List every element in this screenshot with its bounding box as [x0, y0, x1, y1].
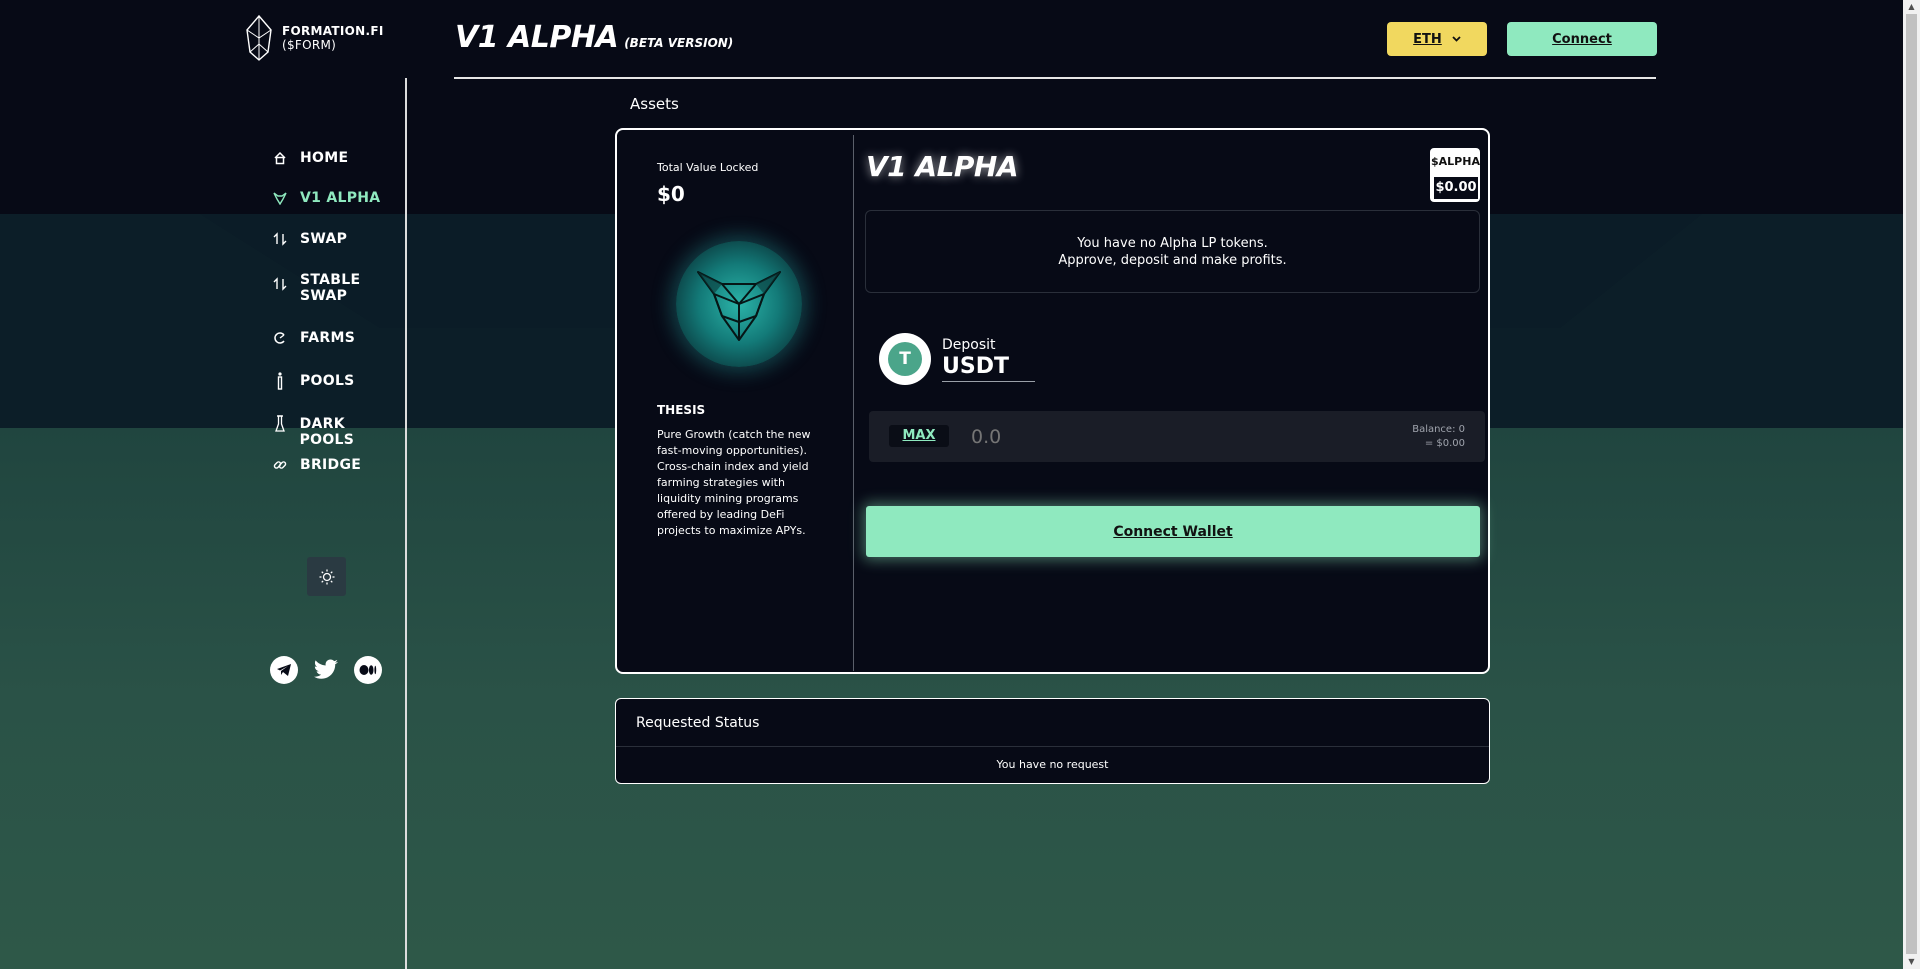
requested-status-card: Requested Status You have no request	[615, 698, 1490, 784]
sidebar-item-label: BRIDGE	[300, 457, 362, 473]
farm-icon	[272, 330, 288, 346]
tvl-label: Total Value Locked	[657, 161, 759, 174]
thesis-title: THESIS	[657, 403, 706, 417]
max-button[interactable]: MAX	[889, 425, 949, 447]
social-links	[270, 656, 382, 684]
brand-text: FORMATION.FI ($FORM)	[282, 24, 384, 52]
sidebar-item-label: STABLE SWAP	[300, 272, 361, 304]
sidebar-item-label: DARK POOLS	[299, 416, 355, 448]
theme-toggle-button[interactable]	[307, 557, 346, 596]
status-title: Requested Status	[636, 715, 760, 731]
balance-amount: Balance: 0	[1412, 424, 1465, 435]
status-empty-text: You have no request	[996, 758, 1109, 771]
chevron-down-icon	[1452, 36, 1461, 42]
home-icon	[272, 150, 288, 166]
section-label: Assets	[630, 95, 679, 113]
sidebar-item-swap[interactable]: SWAP	[272, 231, 402, 247]
fund-title: V1 ALPHA	[866, 150, 1019, 183]
page-title-beta: (BETA VERSION)	[624, 36, 734, 50]
telegram-icon[interactable]	[270, 656, 298, 684]
network-label: ETH	[1413, 31, 1442, 47]
info-line-1: You have no Alpha LP tokens.	[1077, 236, 1268, 251]
usdt-coin-icon: T	[879, 333, 931, 385]
sun-icon	[319, 569, 334, 584]
network-select-button[interactable]: ETH	[1387, 22, 1487, 56]
fund-emblem	[676, 241, 802, 367]
info-line-2: Approve, deposit and make profits.	[1058, 253, 1287, 268]
connect-button[interactable]: Connect	[1507, 22, 1657, 56]
scrollbar-thumb[interactable]	[1906, 14, 1917, 954]
amount-row: MAX Balance: 0 = $0.00	[869, 411, 1485, 462]
header-divider	[454, 77, 1656, 79]
sidebar-item-label: POOLS	[300, 373, 355, 389]
thesis-text: Pure Growth (catch the new fast-moving o…	[657, 428, 811, 537]
sidebar-item-bridge[interactable]: BRIDGE	[272, 457, 402, 473]
scrollbar[interactable]: ▲ ▼	[1903, 0, 1920, 969]
sidebar-divider	[405, 78, 407, 969]
sidebar-item-home[interactable]: HOME	[272, 150, 402, 166]
coin-glyph: T	[888, 342, 922, 376]
brand-ticker: ($FORM)	[282, 38, 337, 52]
bull-icon	[697, 271, 781, 341]
sidebar-item-stable-swap[interactable]: STABLE SWAP	[272, 272, 402, 304]
page-title-main: V1 ALPHA	[455, 20, 619, 55]
page-title: V1 ALPHA (BETA VERSION)	[455, 20, 733, 55]
lp-info-box: You have no Alpha LP tokens. Approve, de…	[865, 210, 1480, 293]
scroll-down-icon[interactable]: ▼	[1903, 955, 1920, 969]
deposit-label: Deposit	[942, 337, 996, 353]
fund-card-divider	[853, 135, 854, 671]
sidebar-item-v1-alpha[interactable]: V1 ALPHA	[272, 190, 402, 206]
sidebar-item-label: HOME	[300, 150, 349, 166]
balance-value: = $0.00	[1424, 438, 1465, 449]
status-divider	[616, 746, 1489, 747]
bull-icon	[272, 190, 288, 206]
connect-wallet-button[interactable]: Connect Wallet	[866, 506, 1480, 557]
sidebar-item-pools[interactable]: POOLS	[272, 372, 402, 390]
brand-name: FORMATION.FI	[282, 24, 384, 38]
token-symbol: $ALPHA	[1431, 155, 1480, 168]
sidebar-item-label: V1 ALPHA	[300, 190, 381, 206]
flask-icon	[272, 372, 288, 390]
brand-logo[interactable]: FORMATION.FI ($FORM)	[244, 14, 384, 62]
token-price: $0.00	[1434, 177, 1478, 199]
swap-icon	[272, 276, 288, 292]
tvl-value: $0	[657, 182, 685, 206]
amount-input[interactable]	[969, 423, 1273, 451]
deposit-token-select[interactable]: USDT	[942, 354, 1035, 382]
balance-info: Balance: 0 = $0.00	[1412, 423, 1465, 451]
sidebar-item-label: SWAP	[300, 231, 348, 247]
formation-logo-icon	[246, 14, 272, 61]
twitter-icon[interactable]	[312, 656, 340, 684]
sidebar-item-dark-pools[interactable]: DARK POOLS	[272, 415, 402, 448]
medium-icon[interactable]	[354, 656, 382, 684]
sidebar-item-farms[interactable]: FARMS	[272, 330, 402, 346]
sidebar-item-label: FARMS	[300, 330, 356, 346]
link-icon	[272, 457, 288, 473]
swap-icon	[272, 231, 288, 247]
token-price-badge: $ALPHA $0.00	[1430, 148, 1480, 202]
scroll-up-icon[interactable]: ▲	[1903, 0, 1920, 14]
flask-icon	[272, 415, 288, 432]
